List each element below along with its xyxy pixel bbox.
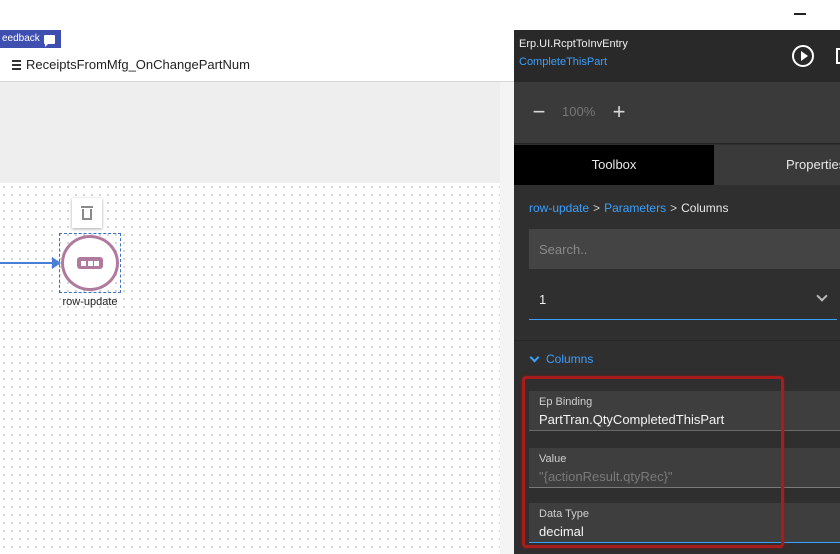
canvas-toolbar-area bbox=[0, 82, 500, 183]
breadcrumb-separator: > bbox=[670, 201, 678, 215]
search-input[interactable] bbox=[529, 229, 840, 269]
app-root: eedback ReceiptsFromMfg_OnChangePartNum … bbox=[0, 0, 840, 554]
row-update-icon bbox=[77, 257, 103, 269]
column-index-select[interactable]: 1 bbox=[529, 280, 837, 320]
delete-node-button[interactable] bbox=[72, 198, 102, 228]
canvas-scroll-gutter[interactable] bbox=[500, 82, 514, 554]
panel-tabs: Toolbox Properties bbox=[514, 145, 840, 185]
workflow-title: ReceiptsFromMfg_OnChangePartNum bbox=[10, 57, 250, 72]
breadcrumb: row-update > Parameters > Columns bbox=[529, 201, 728, 215]
minimize-icon[interactable] bbox=[794, 13, 806, 15]
workflow-title-text: ReceiptsFromMfg_OnChangePartNum bbox=[26, 57, 250, 72]
panel-title: Erp.UI.RcptToInvEntry bbox=[519, 38, 628, 50]
tab-properties[interactable]: Properties bbox=[786, 145, 840, 185]
save-icon[interactable] bbox=[836, 48, 840, 64]
breadcrumb-separator: > bbox=[593, 201, 601, 215]
panel-header: Erp.UI.RcptToInvEntry CompleteThisPart bbox=[514, 30, 840, 82]
section-divider bbox=[514, 340, 840, 341]
zoom-in-button[interactable]: + bbox=[608, 101, 630, 124]
chevron-down-icon bbox=[816, 290, 828, 302]
play-icon[interactable] bbox=[792, 45, 814, 67]
breadcrumb-columns: Columns bbox=[681, 201, 729, 215]
row-update-node[interactable] bbox=[61, 235, 119, 291]
chat-bubble-icon bbox=[43, 34, 55, 47]
highlight-annotation bbox=[522, 376, 784, 548]
tab-toolbox[interactable]: Toolbox bbox=[514, 145, 714, 185]
node-label: row-update bbox=[62, 296, 118, 308]
zoom-bar: − 100% + bbox=[514, 82, 840, 144]
columns-section-toggle[interactable]: Columns bbox=[529, 352, 594, 366]
chevron-down-icon bbox=[529, 352, 540, 362]
panel-subtitle[interactable]: CompleteThisPart bbox=[519, 56, 607, 68]
select-value: 1 bbox=[539, 292, 547, 307]
breadcrumb-parameters[interactable]: Parameters bbox=[604, 201, 666, 215]
connector-line[interactable] bbox=[0, 262, 52, 264]
breadcrumb-row-update[interactable]: row-update bbox=[529, 201, 589, 215]
trash-icon bbox=[81, 206, 93, 220]
zoom-level: 100% bbox=[562, 104, 596, 119]
window-titlebar bbox=[0, 0, 840, 30]
workflow-icon bbox=[10, 59, 22, 71]
zoom-out-button[interactable]: − bbox=[528, 101, 550, 124]
feedback-button[interactable]: eedback bbox=[0, 30, 61, 48]
feedback-label: eedback bbox=[2, 33, 40, 44]
columns-section-label: Columns bbox=[546, 352, 594, 366]
